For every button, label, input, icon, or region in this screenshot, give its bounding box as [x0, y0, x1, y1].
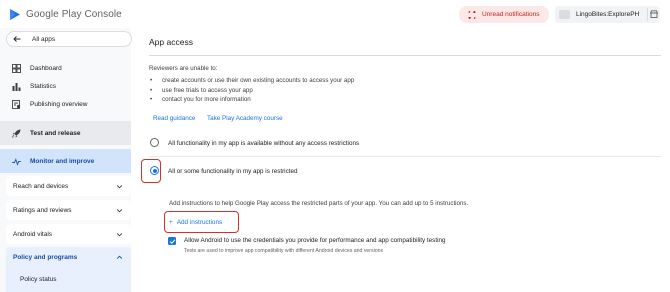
sidebar-item-monitor-and-improve[interactable]: Monitor and improve — [0, 149, 131, 173]
top-bar: Google Play Console Unread notifications… — [0, 0, 670, 28]
sidebar-item-test-and-release[interactable]: Test and release — [0, 121, 131, 145]
dashboard-icon — [12, 63, 21, 73]
section-label: Android vitals — [13, 230, 53, 238]
read-guidance-link[interactable]: Read guidance — [153, 115, 195, 122]
chevron-down-icon — [116, 232, 123, 236]
credentials-checkbox[interactable] — [168, 237, 176, 245]
unread-notifications-label: Unread notifications — [482, 11, 540, 18]
sidebar-item-dashboard[interactable]: Dashboard — [0, 62, 131, 74]
divider — [149, 156, 661, 157]
store-icon[interactable] — [650, 10, 658, 18]
chevron-up-icon — [116, 255, 123, 259]
unread-notifications-button[interactable]: Unread notifications — [459, 6, 549, 23]
page-title: App access — [149, 37, 193, 47]
play-console-logo-icon — [10, 9, 20, 20]
radio-selected[interactable] — [150, 166, 159, 175]
sidebar-item-label: Test and release — [30, 129, 81, 137]
sidebar: All apps Dashboard Statistics Publishing… — [0, 28, 132, 292]
brand-title: Google Play Console — [26, 9, 122, 20]
rocket-icon — [12, 129, 21, 138]
account-switcher[interactable]: LingoBites:ExplorePH — [555, 6, 660, 23]
sidebar-item-label: Statistics — [30, 82, 57, 90]
option-label: All or some functionality in my app is r… — [168, 167, 298, 175]
sidebar-item-policy-status[interactable]: Policy status — [6, 267, 131, 292]
section-label: Reach and devices — [13, 182, 69, 190]
option-restricted[interactable]: All or some functionality in my app is r… — [149, 161, 661, 181]
sidebar-item-label: Publishing overview — [30, 100, 88, 108]
account-avatar — [559, 10, 570, 19]
sidebar-section-android-vitals[interactable]: Android vitals — [6, 224, 131, 244]
checkbox-help-text: Tests are used to improve app compatibil… — [184, 248, 384, 254]
sidebar-item-publishing-overview[interactable]: Publishing overview — [0, 98, 131, 110]
sidebar-section-policy-and-programs[interactable]: Policy and programs — [6, 247, 131, 267]
instructions-text: Add instructions to help Google Play acc… — [169, 200, 469, 207]
add-instructions-button[interactable]: + Add instructions — [168, 214, 235, 230]
reviewers-label: Reviewers are unable to: — [149, 65, 218, 72]
account-name: LingoBites:ExplorePH — [576, 11, 640, 18]
chevron-down-icon — [116, 184, 123, 188]
trend-icon — [12, 157, 21, 166]
radio-unselected[interactable] — [150, 138, 159, 147]
add-instructions-label: Add instructions — [176, 218, 223, 226]
notification-icon — [468, 10, 476, 19]
list-item: create accounts or use their own existin… — [149, 76, 354, 86]
list-item: contact you for more information — [149, 95, 354, 105]
reviewer-restrictions-list: create accounts or use their own existin… — [149, 76, 354, 105]
back-arrow-icon — [13, 36, 21, 42]
checkmark-icon — [169, 238, 175, 244]
sidebar-section-reach-and-devices[interactable]: Reach and devices — [6, 176, 131, 196]
option-label: All functionality in my app is available… — [168, 139, 360, 147]
option-all-available[interactable]: All functionality in my app is available… — [149, 135, 661, 151]
divider — [149, 55, 661, 56]
sidebar-section-ratings-and-reviews[interactable]: Ratings and reviews — [6, 200, 131, 220]
main-content: App access Reviewers are unable to: crea… — [131, 28, 670, 292]
sidebar-item-label: Policy status — [20, 276, 57, 283]
plus-icon: + — [169, 218, 173, 226]
bar-chart-icon — [12, 82, 21, 91]
chevron-down-icon — [116, 208, 123, 212]
sidebar-item-label: Dashboard — [30, 64, 62, 72]
all-apps-label: All apps — [32, 35, 56, 43]
checkbox-label: Allow Android to use the credentials you… — [184, 237, 446, 244]
play-academy-link[interactable]: Take Play Academy course — [207, 115, 283, 122]
list-item: use free trials to access your app — [149, 86, 354, 96]
publishing-icon — [12, 99, 21, 109]
all-apps-button[interactable]: All apps — [6, 31, 132, 47]
sidebar-item-statistics[interactable]: Statistics — [0, 80, 131, 92]
sidebar-item-label: Monitor and improve — [30, 157, 95, 165]
section-label: Policy and programs — [13, 253, 78, 261]
divider — [647, 8, 648, 21]
section-label: Ratings and reviews — [13, 206, 72, 214]
